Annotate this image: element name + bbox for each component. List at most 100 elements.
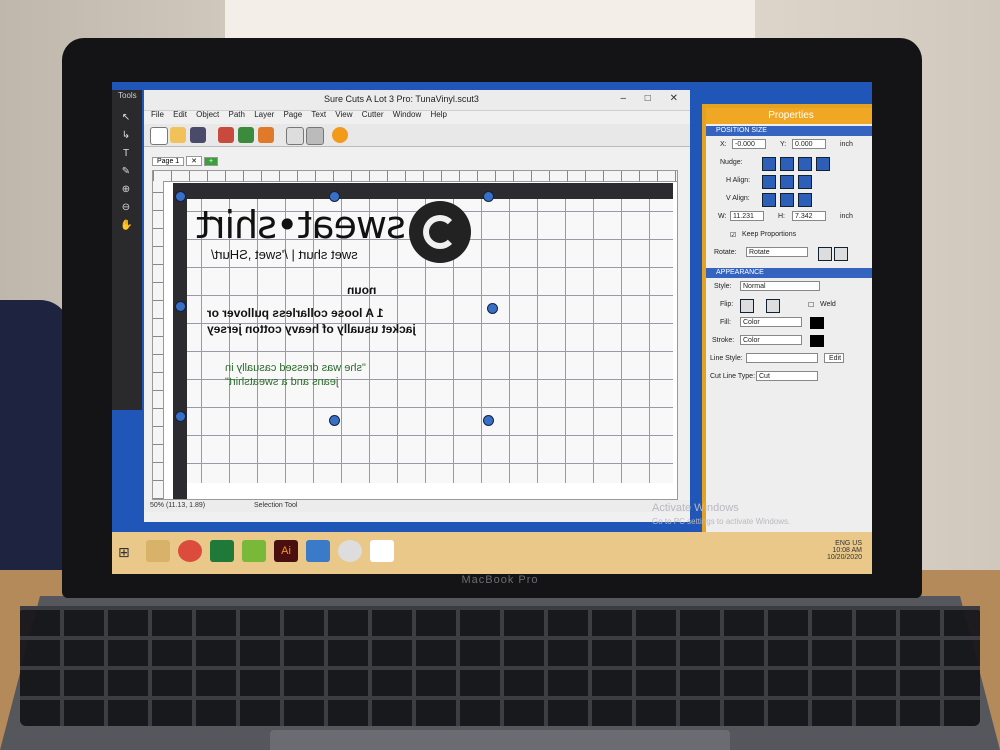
nudge-left-icon[interactable] bbox=[762, 157, 776, 171]
nudge-right-icon[interactable] bbox=[780, 157, 794, 171]
selection-handle[interactable] bbox=[175, 411, 186, 422]
keep-proportions-checkbox[interactable]: ☑ bbox=[730, 231, 736, 239]
y-field[interactable]: 0.000 bbox=[792, 139, 826, 149]
artwork-title: sweat•shirt bbox=[197, 203, 406, 247]
nudge-down-icon[interactable] bbox=[816, 157, 830, 171]
menu-file[interactable]: File bbox=[151, 110, 164, 119]
style-label: Style: bbox=[714, 283, 732, 290]
style-row: Style: Normal bbox=[706, 278, 872, 296]
align-middle-icon[interactable] bbox=[780, 193, 794, 207]
menu-object[interactable]: Object bbox=[196, 110, 219, 119]
properties-title: Properties bbox=[706, 108, 872, 124]
hand-tool-icon[interactable]: ✋ bbox=[120, 220, 132, 232]
pen-tool-icon[interactable]: ✎ bbox=[120, 166, 132, 178]
h-field[interactable]: 7.342 bbox=[792, 211, 826, 221]
menu-text[interactable]: Text bbox=[311, 110, 326, 119]
windows-store-icon[interactable] bbox=[370, 540, 394, 562]
status-zoom: 50% (11.13, 1.89) bbox=[150, 502, 206, 509]
selection-handle[interactable] bbox=[329, 191, 340, 202]
rotate-ccw-icon[interactable] bbox=[818, 247, 832, 261]
halign-label: H Align: bbox=[726, 177, 751, 184]
arrow-tool-icon[interactable]: ↖ bbox=[120, 112, 132, 124]
cut-line-type-select[interactable]: Cut bbox=[756, 371, 818, 381]
rotate-row: Rotate: Rotate bbox=[706, 244, 872, 262]
menu-help[interactable]: Help bbox=[430, 110, 446, 119]
x-field[interactable]: -0.000 bbox=[732, 139, 766, 149]
open-folder-icon[interactable] bbox=[170, 127, 186, 143]
position-size-header[interactable]: POSITION SIZE bbox=[706, 126, 872, 136]
fill-color-swatch[interactable] bbox=[810, 317, 824, 329]
keep-proportions-row: ☑ Keep Proportions bbox=[706, 226, 872, 244]
artwork-selection[interactable]: sweat•shirt swet shurt | /'swet ,SHurt/ … bbox=[197, 201, 497, 441]
chrome-icon[interactable] bbox=[178, 540, 202, 562]
menu-cutter[interactable]: Cutter bbox=[362, 110, 384, 119]
selection-handle[interactable] bbox=[483, 191, 494, 202]
edit-button[interactable]: Edit bbox=[824, 353, 844, 363]
menu-view[interactable]: View bbox=[335, 110, 352, 119]
rotate-cw-icon[interactable] bbox=[834, 247, 848, 261]
text-tool-icon[interactable]: T bbox=[120, 148, 132, 160]
w-field[interactable]: 11.231 bbox=[730, 211, 764, 221]
help-icon[interactable] bbox=[332, 127, 348, 143]
library-icon[interactable] bbox=[238, 127, 254, 143]
excel-icon[interactable] bbox=[210, 540, 234, 562]
align-center-icon[interactable] bbox=[780, 175, 794, 189]
save-icon[interactable] bbox=[190, 127, 206, 143]
screen: Tools ↖ ↳ T ✎ ⊕ ⊖ ✋ Sure Cuts A Lot 3 Pr… bbox=[112, 82, 872, 574]
flip-horizontal-icon[interactable] bbox=[740, 299, 754, 313]
system-tray[interactable]: ENG US 10:08 AM 10/20/2020 bbox=[827, 540, 862, 561]
close-tab-icon[interactable]: ✕ bbox=[186, 156, 203, 166]
app-icon[interactable] bbox=[306, 540, 330, 562]
style-select[interactable]: Normal bbox=[740, 281, 820, 291]
sure-cuts-icon[interactable] bbox=[338, 540, 362, 562]
preview-icon[interactable] bbox=[286, 127, 304, 145]
rotate-select[interactable]: Rotate bbox=[746, 247, 808, 257]
weld-checkbox[interactable]: ☐ bbox=[808, 301, 814, 309]
artwork-definition: 1 A loose collarless pullover or jacket … bbox=[207, 305, 417, 337]
file-explorer-icon[interactable] bbox=[146, 540, 170, 562]
align-left-icon[interactable] bbox=[762, 175, 776, 189]
new-file-icon[interactable] bbox=[150, 127, 168, 145]
menu-path[interactable]: Path bbox=[229, 110, 245, 119]
print-icon[interactable] bbox=[258, 127, 274, 143]
menu-edit[interactable]: Edit bbox=[173, 110, 187, 119]
logo-ring-icon bbox=[423, 215, 457, 249]
menu-window[interactable]: Window bbox=[393, 110, 421, 119]
appearance-header[interactable]: APPEARANCE bbox=[706, 268, 872, 278]
align-right-icon[interactable] bbox=[798, 175, 812, 189]
menu-layer[interactable]: Layer bbox=[254, 110, 274, 119]
illustrator-icon[interactable]: Ai bbox=[274, 540, 298, 562]
align-bottom-icon[interactable] bbox=[798, 193, 812, 207]
node-tool-icon[interactable]: ↳ bbox=[120, 130, 132, 142]
artwork-logo bbox=[409, 201, 471, 263]
tab-page-1[interactable]: Page 1 bbox=[152, 157, 185, 166]
import-icon[interactable] bbox=[218, 127, 234, 143]
stroke-select[interactable]: Color bbox=[740, 335, 802, 345]
zoom-in-icon[interactable]: ⊕ bbox=[120, 184, 132, 196]
canvas[interactable]: sweat•shirt swet shurt | /'swet ,SHurt/ … bbox=[152, 170, 678, 500]
selection-handle[interactable] bbox=[175, 301, 186, 312]
add-page-icon[interactable]: + bbox=[203, 157, 219, 166]
valign-row: V Align: bbox=[706, 190, 872, 208]
selection-handle[interactable] bbox=[175, 191, 186, 202]
stroke-color-swatch[interactable] bbox=[810, 335, 824, 347]
menu-page[interactable]: Page bbox=[283, 110, 302, 119]
flip-vertical-icon[interactable] bbox=[766, 299, 780, 313]
properties-panel: Properties POSITION SIZE X: -0.000 Y: 0.… bbox=[702, 104, 872, 538]
selection-handle[interactable] bbox=[483, 415, 494, 426]
size-row: W: 11.231 H: 7.342 inch bbox=[706, 208, 872, 226]
zoom-out-icon[interactable]: ⊖ bbox=[120, 202, 132, 214]
fill-select[interactable]: Color bbox=[740, 317, 802, 327]
title-bar: Sure Cuts A Lot 3 Pro: TunaVinyl.scut3 –… bbox=[144, 90, 690, 111]
window-controls[interactable]: – □ ✕ bbox=[620, 93, 686, 104]
keep-proportions-label: Keep Proportions bbox=[742, 231, 797, 238]
app-icon[interactable] bbox=[242, 540, 266, 562]
align-top-icon[interactable] bbox=[762, 193, 776, 207]
line-style-select[interactable] bbox=[746, 353, 818, 363]
cut-icon[interactable] bbox=[306, 127, 324, 145]
definition-number: 1 bbox=[376, 306, 384, 320]
selection-handle[interactable] bbox=[487, 303, 498, 314]
nudge-up-icon[interactable] bbox=[798, 157, 812, 171]
windows-start-icon[interactable]: ⊞ bbox=[118, 544, 130, 561]
selection-handle[interactable] bbox=[329, 415, 340, 426]
